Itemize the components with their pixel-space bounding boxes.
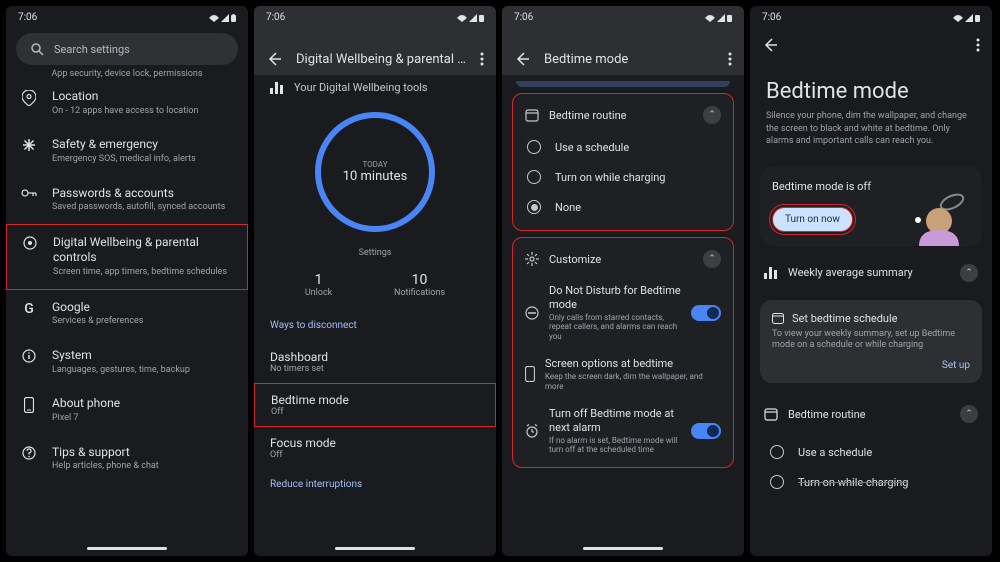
nav-handle[interactable]: [335, 547, 415, 550]
customize-card: Customize ⌃ Do Not Disturb for Bedtime m…: [512, 237, 734, 468]
google-icon: G: [20, 301, 38, 317]
routine-row[interactable]: Bedtime routine ⌃: [750, 387, 992, 437]
radio-charging[interactable]: Turn on while charging: [513, 162, 733, 192]
radio-icon-selected: [527, 200, 541, 214]
settings-item-wellbeing[interactable]: Digital Wellbeing & parental controlsScr…: [6, 224, 248, 290]
dnd-icon: [525, 306, 539, 320]
clock: 7:06: [514, 12, 533, 23]
back-icon[interactable]: [514, 51, 530, 67]
screen-settings: 7:06 Search settings App security, devic…: [6, 6, 248, 556]
status-bar: 7:06: [502, 6, 744, 29]
stats-row: 1Unlock 10Notifications: [254, 268, 496, 310]
screen-bedtime-settings: 7:06 Bedtime mode Bedtime routine ⌃ Use …: [502, 6, 744, 556]
screen-options-row[interactable]: Screen options at bedtimeKeep the screen…: [513, 349, 733, 399]
focus-item[interactable]: Focus mode Off: [254, 427, 496, 469]
page-title: Bedtime mode: [544, 52, 714, 67]
set-up-link[interactable]: Set up: [772, 360, 970, 371]
schedule-info-card: Set bedtime schedule To view your weekly…: [760, 300, 982, 383]
routine-card: Bedtime routine ⌃ Use a schedule Turn on…: [512, 93, 734, 231]
calendar-icon: [525, 108, 539, 122]
tools-label: Your Digital Wellbeing tools: [254, 75, 496, 100]
asterisk-icon: [20, 138, 38, 152]
radio-icon: [770, 475, 784, 489]
switch-on[interactable]: [691, 305, 721, 321]
more-icon[interactable]: [480, 52, 484, 66]
more-icon[interactable]: [728, 52, 732, 66]
screen-bedtime-landing: 7:06 Bedtime mode Silence your phone, di…: [750, 6, 992, 556]
status-bar: 7:06: [254, 6, 496, 29]
nav-handle[interactable]: [583, 547, 663, 550]
truncated-item: App security, device lock, permissions: [6, 69, 248, 79]
settings-item-about[interactable]: About phonePixel 7: [6, 386, 248, 434]
calendar-icon: [764, 407, 778, 421]
back-icon[interactable]: [762, 37, 778, 53]
radio-schedule[interactable]: Use a schedule: [750, 437, 992, 467]
more-icon[interactable]: [976, 38, 980, 52]
stat-notifications[interactable]: 10Notifications: [394, 272, 445, 298]
clock: 7:06: [266, 12, 285, 23]
settings-item-passwords[interactable]: Passwords & accountsSaved passwords, aut…: [6, 176, 248, 224]
search-settings[interactable]: Search settings: [16, 33, 238, 65]
ring-caption: Settings: [254, 248, 496, 258]
settings-item-google[interactable]: G GoogleServices & preferences: [6, 290, 248, 338]
help-icon: [20, 446, 38, 460]
status-icons: [209, 14, 236, 22]
dashboard-item[interactable]: Dashboard No timers set: [254, 341, 496, 383]
alarm-toggle-row[interactable]: Turn off Bedtime mode at next alarmIf no…: [513, 399, 733, 463]
radio-icon: [527, 170, 541, 184]
stat-unlocks[interactable]: 1Unlock: [305, 272, 332, 298]
alarm-icon: [525, 424, 539, 438]
clock: 7:06: [762, 12, 781, 23]
search-icon: [30, 42, 44, 56]
turn-on-button[interactable]: Turn on now: [772, 207, 853, 232]
settings-item-system[interactable]: SystemLanguages, gestures, time, backup: [6, 338, 248, 386]
calendar-icon: [772, 312, 784, 324]
sleep-illustration: [904, 186, 974, 246]
radio-schedule[interactable]: Use a schedule: [513, 132, 733, 162]
ways-to-disconnect-link[interactable]: Ways to disconnect: [254, 310, 496, 341]
radio-none[interactable]: None: [513, 192, 733, 222]
bedtime-item[interactable]: Bedtime mode Off: [254, 383, 496, 427]
dnd-toggle-row[interactable]: Do Not Disturb for Bedtime modeOnly call…: [513, 276, 733, 349]
phone-icon: [525, 366, 535, 382]
screen-wellbeing: 7:06 Digital Wellbeing & parental co... …: [254, 6, 496, 556]
phone-icon: [20, 397, 38, 413]
gear-icon: [525, 252, 539, 266]
bars-icon: [270, 82, 284, 94]
nav-handle[interactable]: [87, 547, 167, 550]
status-icons: [457, 14, 484, 22]
chevron-up-icon[interactable]: ⌃: [703, 250, 721, 268]
summary-row[interactable]: Weekly average summary ⌃: [750, 250, 992, 296]
radio-icon: [770, 445, 784, 459]
settings-item-safety[interactable]: Safety & emergencyEmergency SOS, medical…: [6, 127, 248, 175]
search-placeholder: Search settings: [54, 43, 130, 56]
status-bar: 7:06: [6, 6, 248, 29]
back-icon[interactable]: [266, 51, 282, 67]
settings-item-tips[interactable]: Tips & supportHelp articles, phone & cha…: [6, 435, 248, 483]
clock: 7:06: [18, 12, 37, 23]
key-icon: [20, 187, 38, 199]
usage-ring[interactable]: TODAY 10 minutes: [254, 100, 496, 244]
page-desc: Silence your phone, dim the wallpaper, a…: [750, 110, 992, 162]
wellbeing-icon: [21, 236, 39, 250]
info-icon: [20, 349, 38, 363]
chevron-up-icon[interactable]: ⌃: [960, 264, 978, 282]
hero-card: Bedtime mode is off Turn on now: [760, 166, 982, 246]
radio-charging[interactable]: Turn on while charging: [750, 467, 992, 497]
page-title: Digital Wellbeing & parental co...: [296, 52, 466, 67]
location-icon: [20, 90, 38, 106]
status-bar: 7:06: [750, 6, 992, 29]
radio-icon: [527, 140, 541, 154]
reduce-interruptions-link[interactable]: Reduce interruptions: [254, 469, 496, 500]
page-title: Bedtime mode: [750, 61, 992, 110]
bars-icon: [764, 267, 778, 279]
settings-item-location[interactable]: LocationOn - 12 apps have access to loca…: [6, 79, 248, 127]
chevron-up-icon[interactable]: ⌃: [703, 106, 721, 124]
chevron-up-icon[interactable]: ⌃: [960, 405, 978, 423]
switch-on[interactable]: [691, 423, 721, 439]
